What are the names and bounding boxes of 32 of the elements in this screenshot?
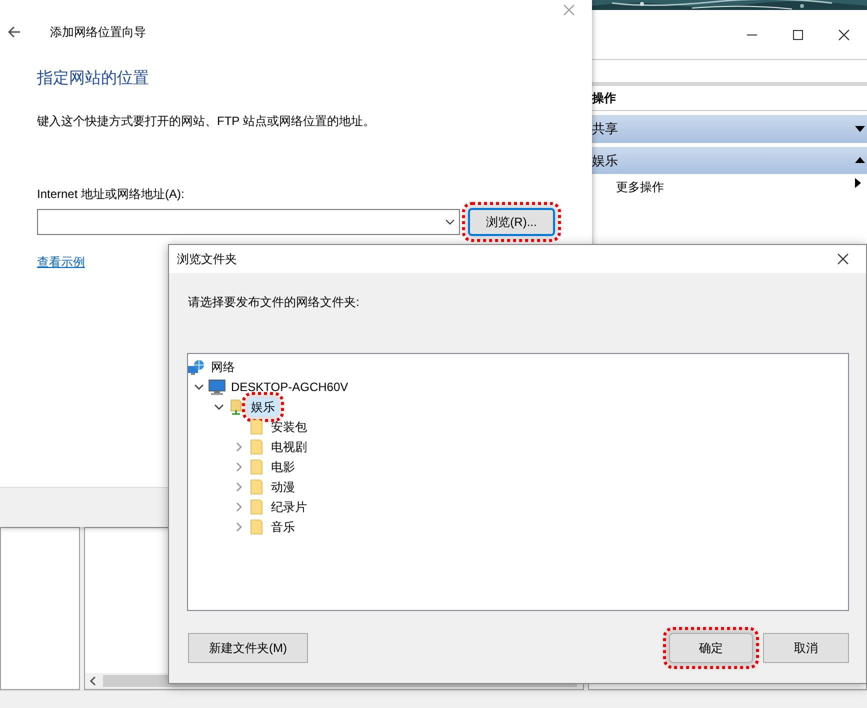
tree-item[interactable]: 网络	[208, 358, 238, 376]
tree-item[interactable]: 安装包	[268, 418, 310, 436]
address-combobox[interactable]	[37, 209, 460, 236]
tree-item[interactable]: 电影	[268, 458, 298, 476]
close-icon	[837, 253, 849, 265]
new-folder-button[interactable]: 新建文件夹(M)	[188, 633, 308, 663]
tree-item[interactable]: 音乐	[268, 518, 298, 536]
tree-item[interactable]: 动漫	[268, 478, 298, 496]
action-group[interactable]: 娱乐	[590, 146, 867, 174]
scroll-left-icon	[89, 676, 97, 686]
back-button[interactable]	[6, 24, 22, 40]
dialog-title: 浏览文件夹	[177, 251, 237, 268]
page-heading: 指定网站的位置	[37, 69, 150, 88]
computer-icon	[208, 378, 226, 396]
field-label: Internet 地址或网络地址(A):	[37, 186, 186, 204]
dropdown-icon	[445, 218, 455, 226]
submenu-arrow-icon	[853, 178, 863, 188]
action-group[interactable]: 共享	[590, 115, 867, 142]
back-arrow-icon	[8, 26, 20, 38]
prompt-text: 请选择要发布文件的网络文件夹:	[187, 294, 360, 311]
tree-item[interactable]: DESKTOP-AGCH60V	[228, 378, 352, 396]
close-icon	[838, 28, 850, 40]
maximize-icon	[793, 30, 803, 40]
tree-item[interactable]: 纪录片	[268, 498, 310, 516]
tree-item[interactable]: 电视剧	[268, 438, 310, 456]
close-icon	[563, 4, 575, 16]
cancel-button[interactable]: 取消	[763, 633, 849, 663]
description: 键入这个快捷方式要打开的网站、FTP 站点或网络位置的地址。	[37, 113, 376, 130]
example-link[interactable]: 查看示例	[37, 253, 85, 272]
action-item[interactable]: 更多操作	[590, 174, 867, 200]
tree-item[interactable]: 娱乐	[248, 398, 278, 416]
wizard-title: 添加网络位置向导	[50, 24, 146, 41]
